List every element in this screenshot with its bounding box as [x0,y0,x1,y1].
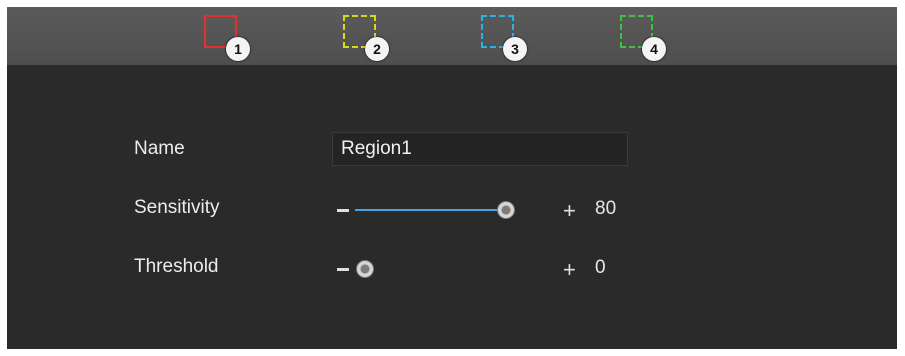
region-2-button[interactable]: 2 [343,15,401,63]
sensitivity-plus-icon[interactable]: + [563,200,576,222]
region-3-button[interactable]: 3 [481,15,539,63]
sensitivity-minus-icon[interactable] [337,209,349,212]
threshold-value: 0 [595,257,606,278]
sensitivity-value: 80 [595,198,617,219]
sensitivity-slider-fill [355,209,504,211]
region-1-button[interactable]: 1 [204,15,262,63]
region-4-button[interactable]: 4 [620,15,678,63]
name-label: Name [134,138,185,159]
motion-region-panel: 1 2 3 4 Name Sensitivity + 80 Threshold … [7,7,897,349]
region-1-number: 1 [226,37,250,61]
threshold-slider-handle[interactable] [356,260,374,278]
sensitivity-label: Sensitivity [134,197,220,218]
region-4-number: 4 [642,37,666,61]
region-3-number: 3 [503,37,527,61]
region-toolbar: 1 2 3 4 [7,7,897,65]
sensitivity-slider-handle[interactable] [497,201,515,219]
region-2-number: 2 [365,37,389,61]
threshold-label: Threshold [134,256,219,277]
name-input[interactable] [332,132,628,166]
threshold-minus-icon[interactable] [337,268,349,271]
threshold-plus-icon[interactable]: + [563,259,576,281]
